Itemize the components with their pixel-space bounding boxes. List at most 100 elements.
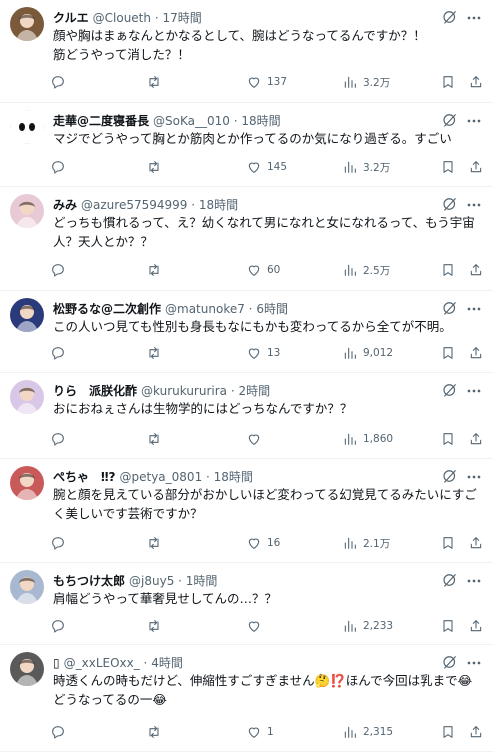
reply-item[interactable]: ぺちゃ ‼? @petya_0801 · 18時間 腕と顔を見えている部分がおかしい… [0,459,493,563]
repost-button[interactable] [146,261,167,279]
display-name[interactable]: 松野るな@二次創作 [53,302,161,316]
avatar[interactable] [10,298,44,332]
user-handle[interactable]: @Cloueth [93,11,151,25]
timestamp[interactable]: 17時間 [162,11,201,25]
grok-icon[interactable] [441,111,459,129]
timestamp[interactable]: 1時間 [186,574,218,588]
like-button[interactable]: 16 [246,534,280,552]
repost-button[interactable] [146,723,167,741]
reply-button[interactable] [50,430,71,448]
views-button[interactable]: 3.2万 [342,73,390,91]
display-name[interactable]: ▯ [53,656,60,670]
more-options-icon[interactable] [464,299,484,317]
repost-button[interactable] [146,534,167,552]
timestamp[interactable]: 6時間 [256,302,288,316]
reply-button[interactable] [50,261,71,279]
avatar[interactable] [10,652,44,686]
repost-button[interactable] [146,73,167,91]
bookmark-button[interactable] [440,534,456,552]
user-handle[interactable]: @azure57594999 [81,198,187,212]
grok-icon[interactable] [441,653,459,671]
reply-button[interactable] [50,73,71,91]
display-name[interactable]: ぺちゃ ‼? [53,470,116,484]
bookmark-button[interactable] [440,617,456,635]
reply-item[interactable]: クルエ @Cloueth · 17時間 顔や胸はまぁなんとかなるとして、腕はどうなっ… [0,0,493,103]
display-name[interactable]: 走華@二度寝番長 [53,114,149,128]
repost-button[interactable] [146,344,167,362]
bookmark-button[interactable] [440,73,456,91]
share-button[interactable] [468,261,484,279]
like-button[interactable] [246,430,267,448]
share-button[interactable] [468,534,484,552]
views-button[interactable]: 2.1万 [342,534,390,552]
grok-icon[interactable] [441,195,459,213]
avatar[interactable] [10,110,44,144]
more-options-icon[interactable] [464,467,484,485]
grok-icon[interactable] [441,571,459,589]
views-button[interactable]: 1,860 [342,430,393,448]
like-button[interactable]: 13 [246,344,280,362]
timestamp[interactable]: 4時間 [151,656,183,670]
like-button[interactable]: 137 [246,73,287,91]
user-handle[interactable]: @matunoke7 [165,302,245,316]
reply-item[interactable]: 走華@二度寝番長 @SoKa__010 · 18時間 マジでどうやって胸とか筋肉とか… [0,103,493,187]
avatar[interactable] [10,466,44,500]
user-handle[interactable]: @kurukururira [141,384,227,398]
grok-icon[interactable] [441,299,459,317]
like-button[interactable]: 145 [246,158,287,176]
grok-icon[interactable] [441,381,459,399]
bookmark-button[interactable] [440,430,456,448]
like-button[interactable]: 1 [246,723,274,741]
user-handle[interactable]: @j8uy5 [129,574,174,588]
reply-button[interactable] [50,534,71,552]
reply-item[interactable]: ▯ @_xxLEOxx_ · 4時間 時透くんの時もだけど、伸縮性すごすぎません🤔⁉… [0,645,493,752]
timestamp[interactable]: 2時間 [238,384,270,398]
like-button[interactable] [246,617,267,635]
timestamp[interactable]: 18時間 [241,114,280,128]
more-options-icon[interactable] [464,571,484,589]
display-name[interactable]: クルエ [53,11,89,25]
repost-button[interactable] [146,430,167,448]
bookmark-button[interactable] [440,158,456,176]
bookmark-button[interactable] [440,723,456,741]
more-options-icon[interactable] [464,653,484,671]
grok-icon[interactable] [441,467,459,485]
user-handle[interactable]: @petya_0801 [120,470,203,484]
avatar[interactable] [10,7,44,41]
bookmark-button[interactable] [440,344,456,362]
avatar[interactable] [10,380,44,414]
more-options-icon[interactable] [464,8,484,26]
timestamp[interactable]: 18時間 [199,198,238,212]
reply-button[interactable] [50,617,71,635]
share-button[interactable] [468,430,484,448]
timestamp[interactable]: 18時間 [214,470,253,484]
reply-button[interactable] [50,158,71,176]
repost-button[interactable] [146,158,167,176]
reply-item[interactable]: 松野るな@二次創作 @matunoke7 · 6時間 この人いつ見ても性別も身長もな… [0,291,493,373]
display-name[interactable]: みみ [53,198,77,212]
user-handle[interactable]: @SoKa__010 [153,114,230,128]
display-name[interactable]: もちつけ太郎 [53,574,125,588]
avatar[interactable] [10,570,44,604]
more-options-icon[interactable] [464,381,484,399]
avatar[interactable] [10,194,44,228]
reply-button[interactable] [50,344,71,362]
views-button[interactable]: 2.5万 [342,261,390,279]
like-button[interactable]: 60 [246,261,280,279]
share-button[interactable] [468,617,484,635]
reply-item[interactable]: りら 派朕化酢 @kurukururira · 2時間 おにおねぇさんは生物学的には… [0,373,493,459]
views-button[interactable]: 9,012 [342,344,393,362]
share-button[interactable] [468,723,484,741]
user-handle[interactable]: @_xxLEOxx_ [64,656,140,670]
share-button[interactable] [468,158,484,176]
share-button[interactable] [468,73,484,91]
views-button[interactable]: 2,315 [342,723,393,741]
repost-button[interactable] [146,617,167,635]
reply-button[interactable] [50,723,71,741]
views-button[interactable]: 2,233 [342,617,393,635]
reply-item[interactable]: もちつけ太郎 @j8uy5 · 1時間 肩幅どうやって華奢見せしてんの…？？ 2,23… [0,563,493,645]
reply-item[interactable]: みみ @azure57594999 · 18時間 どっちも慣れるって、え？幼くなれて… [0,187,493,291]
views-button[interactable]: 3.2万 [342,158,390,176]
share-button[interactable] [468,344,484,362]
bookmark-button[interactable] [440,261,456,279]
